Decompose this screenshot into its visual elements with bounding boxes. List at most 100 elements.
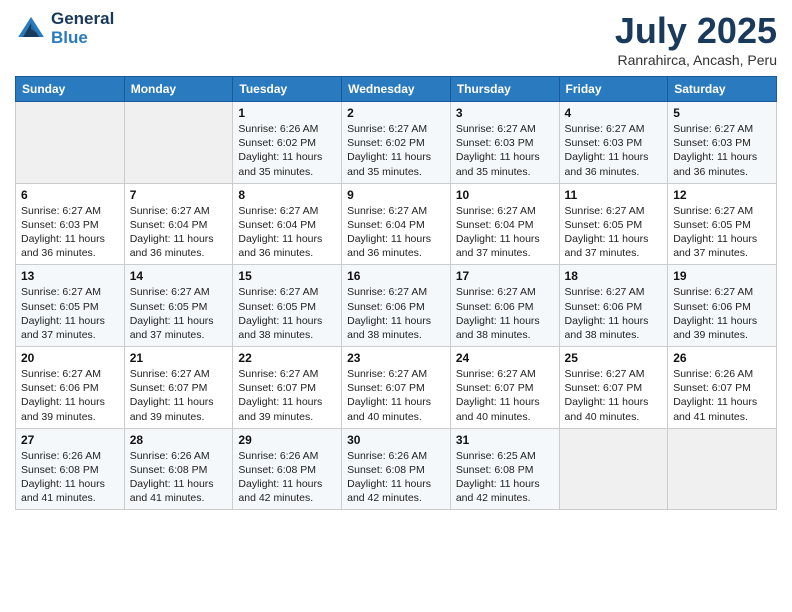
day-info: Sunrise: 6:27 AMSunset: 6:07 PMDaylight:… [238, 367, 336, 424]
logo-blue-text: Blue [51, 29, 114, 48]
calendar-week-2: 6Sunrise: 6:27 AMSunset: 6:03 PMDaylight… [16, 183, 777, 265]
calendar-week-3: 13 Sunrise: 6:27 AMSunset: 6:05 PMDayligh… [16, 265, 777, 347]
calendar-cell: 1 Sunrise: 6:26 AMSunset: 6:02 PMDaylight… [233, 102, 342, 184]
day-info: Sunrise: 6:27 AMSunset: 6:03 PMDaylight:… [565, 122, 663, 179]
calendar-cell: 2 Sunrise: 6:27 AMSunset: 6:02 PMDaylight… [342, 102, 451, 184]
weekday-wednesday: Wednesday [342, 77, 451, 102]
calendar-cell: 3 Sunrise: 6:27 AMSunset: 6:03 PMDaylight… [450, 102, 559, 184]
day-info: Sunrise: 6:27 AMSunset: 6:07 PMDaylight:… [130, 367, 228, 424]
calendar-cell: 8 Sunrise: 6:27 AMSunset: 6:04 PMDaylight… [233, 183, 342, 265]
calendar-cell: 25 Sunrise: 6:27 AMSunset: 6:07 PMDayligh… [559, 347, 668, 429]
day-info: Sunrise: 6:27 AMSunset: 6:02 PMDaylight:… [347, 122, 445, 179]
calendar-header: SundayMondayTuesdayWednesdayThursdayFrid… [16, 77, 777, 102]
main-title: July 2025 [615, 10, 777, 52]
weekday-sunday: Sunday [16, 77, 125, 102]
logo-text: General Blue [51, 10, 114, 47]
day-number: 31 [456, 433, 554, 447]
calendar-cell: 26 Sunrise: 6:26 AMSunset: 6:07 PMDayligh… [668, 347, 777, 429]
day-info: Sunrise: 6:27 AMSunset: 6:04 PMDaylight:… [238, 204, 336, 261]
calendar-cell: 9Sunrise: 6:27 AMSunset: 6:04 PMDaylight… [342, 183, 451, 265]
day-info: Sunrise: 6:27 AMSunset: 6:06 PMDaylight:… [21, 367, 119, 424]
calendar-cell: 29Sunrise: 6:26 AMSunset: 6:08 PMDayligh… [233, 428, 342, 510]
day-number: 1 [238, 106, 336, 120]
day-number: 30 [347, 433, 445, 447]
calendar-cell: 30 Sunrise: 6:26 AMSunset: 6:08 PMDayligh… [342, 428, 451, 510]
day-number: 22 [238, 351, 336, 365]
weekday-tuesday: Tuesday [233, 77, 342, 102]
weekday-friday: Friday [559, 77, 668, 102]
subtitle: Ranrahirca, Ancash, Peru [615, 52, 777, 68]
calendar-cell: 21 Sunrise: 6:27 AMSunset: 6:07 PMDayligh… [124, 347, 233, 429]
day-info: Sunrise: 6:27 AMSunset: 6:06 PMDaylight:… [456, 285, 554, 342]
day-number: 16 [347, 269, 445, 283]
day-info: Sunrise: 6:27 AMSunset: 6:03 PMDaylight:… [673, 122, 771, 179]
day-number: 18 [565, 269, 663, 283]
day-info: Sunrise: 6:26 AMSunset: 6:08 PMDaylight:… [238, 449, 336, 506]
day-number: 10 [456, 188, 554, 202]
calendar: SundayMondayTuesdayWednesdayThursdayFrid… [15, 76, 777, 510]
calendar-cell: 6Sunrise: 6:27 AMSunset: 6:03 PMDaylight… [16, 183, 125, 265]
calendar-cell [668, 428, 777, 510]
weekday-saturday: Saturday [668, 77, 777, 102]
day-number: 28 [130, 433, 228, 447]
day-info: Sunrise: 6:27 AMSunset: 6:04 PMDaylight:… [130, 204, 228, 261]
calendar-cell: 14Sunrise: 6:27 AMSunset: 6:05 PMDayligh… [124, 265, 233, 347]
header: General Blue July 2025 Ranrahirca, Ancas… [15, 10, 777, 68]
day-info: Sunrise: 6:27 AMSunset: 6:05 PMDaylight:… [565, 204, 663, 261]
calendar-cell: 7 Sunrise: 6:27 AMSunset: 6:04 PMDaylight… [124, 183, 233, 265]
calendar-cell: 27 Sunrise: 6:26 AMSunset: 6:08 PMDayligh… [16, 428, 125, 510]
day-info: Sunrise: 6:27 AMSunset: 6:05 PMDaylight:… [130, 285, 228, 342]
day-info: Sunrise: 6:26 AMSunset: 6:08 PMDaylight:… [347, 449, 445, 506]
day-info: Sunrise: 6:27 AMSunset: 6:03 PMDaylight:… [21, 204, 119, 261]
calendar-cell: 15Sunrise: 6:27 AMSunset: 6:05 PMDayligh… [233, 265, 342, 347]
calendar-week-1: 1 Sunrise: 6:26 AMSunset: 6:02 PMDaylight… [16, 102, 777, 184]
day-number: 20 [21, 351, 119, 365]
calendar-cell: 13Sunrise: 6:27 AMSunset: 6:05 PMDayligh… [16, 265, 125, 347]
calendar-cell: 18 Sunrise: 6:27 AMSunset: 6:06 PMDayligh… [559, 265, 668, 347]
day-info: Sunrise: 6:26 AMSunset: 6:02 PMDaylight:… [238, 122, 336, 179]
weekday-monday: Monday [124, 77, 233, 102]
calendar-cell: 12 Sunrise: 6:27 AMSunset: 6:05 PMDayligh… [668, 183, 777, 265]
day-number: 26 [673, 351, 771, 365]
day-number: 2 [347, 106, 445, 120]
calendar-body: 1 Sunrise: 6:26 AMSunset: 6:02 PMDaylight… [16, 102, 777, 510]
day-info: Sunrise: 6:26 AMSunset: 6:08 PMDaylight:… [21, 449, 119, 506]
day-info: Sunrise: 6:25 AMSunset: 6:08 PMDaylight:… [456, 449, 554, 506]
calendar-cell: 24Sunrise: 6:27 AMSunset: 6:07 PMDayligh… [450, 347, 559, 429]
calendar-cell [559, 428, 668, 510]
day-number: 21 [130, 351, 228, 365]
day-info: Sunrise: 6:27 AMSunset: 6:05 PMDaylight:… [238, 285, 336, 342]
day-number: 27 [21, 433, 119, 447]
day-info: Sunrise: 6:26 AMSunset: 6:07 PMDaylight:… [673, 367, 771, 424]
calendar-week-5: 27 Sunrise: 6:26 AMSunset: 6:08 PMDayligh… [16, 428, 777, 510]
calendar-cell [124, 102, 233, 184]
day-number: 11 [565, 188, 663, 202]
calendar-cell: 22 Sunrise: 6:27 AMSunset: 6:07 PMDayligh… [233, 347, 342, 429]
weekday-thursday: Thursday [450, 77, 559, 102]
title-block: July 2025 Ranrahirca, Ancash, Peru [615, 10, 777, 68]
logo: General Blue [15, 10, 114, 47]
calendar-cell: 4 Sunrise: 6:27 AMSunset: 6:03 PMDaylight… [559, 102, 668, 184]
calendar-cell: 10 Sunrise: 6:27 AMSunset: 6:04 PMDayligh… [450, 183, 559, 265]
day-number: 4 [565, 106, 663, 120]
day-number: 17 [456, 269, 554, 283]
day-number: 12 [673, 188, 771, 202]
day-info: Sunrise: 6:27 AMSunset: 6:05 PMDaylight:… [673, 204, 771, 261]
calendar-cell [16, 102, 125, 184]
day-number: 3 [456, 106, 554, 120]
day-number: 7 [130, 188, 228, 202]
day-info: Sunrise: 6:27 AMSunset: 6:04 PMDaylight:… [456, 204, 554, 261]
day-info: Sunrise: 6:27 AMSunset: 6:07 PMDaylight:… [565, 367, 663, 424]
logo-general-text: General [51, 10, 114, 29]
day-number: 25 [565, 351, 663, 365]
calendar-cell: 19Sunrise: 6:27 AMSunset: 6:06 PMDayligh… [668, 265, 777, 347]
calendar-cell: 5Sunrise: 6:27 AMSunset: 6:03 PMDaylight… [668, 102, 777, 184]
logo-icon [15, 13, 47, 45]
day-number: 13 [21, 269, 119, 283]
day-info: Sunrise: 6:27 AMSunset: 6:06 PMDaylight:… [565, 285, 663, 342]
day-number: 9 [347, 188, 445, 202]
calendar-cell: 16Sunrise: 6:27 AMSunset: 6:06 PMDayligh… [342, 265, 451, 347]
calendar-week-4: 20 Sunrise: 6:27 AMSunset: 6:06 PMDayligh… [16, 347, 777, 429]
day-info: Sunrise: 6:27 AMSunset: 6:03 PMDaylight:… [456, 122, 554, 179]
day-number: 8 [238, 188, 336, 202]
